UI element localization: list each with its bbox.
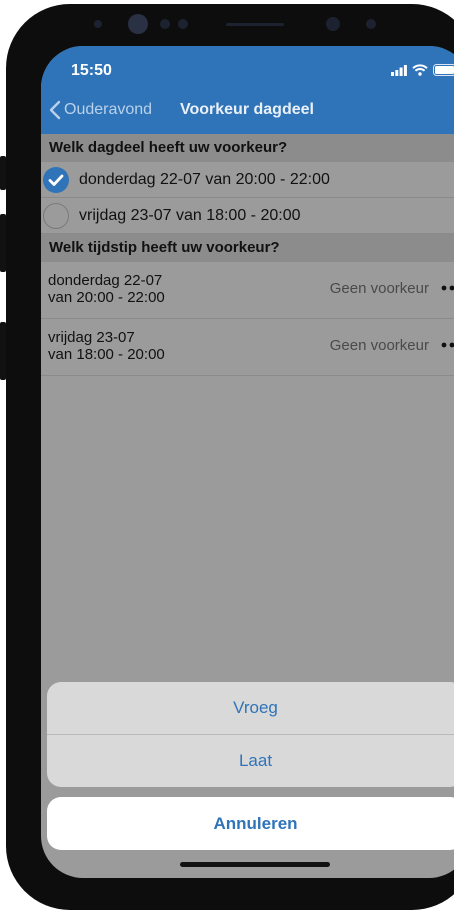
status-icons	[391, 63, 454, 77]
row-day: vrijdag 23-07	[48, 329, 135, 346]
screen: 15:50 Ouderavond Voorkeur dagdeel Welk d…	[41, 46, 454, 878]
cancel-button[interactable]: Annuleren	[47, 797, 454, 850]
vroeg-button[interactable]: Vroeg	[47, 682, 454, 734]
row-day: donderdag 22-07	[48, 272, 163, 289]
chevron-left-icon	[49, 100, 61, 120]
row-time: van 20:00 - 22:00	[48, 289, 165, 306]
sensor-dot	[326, 17, 340, 31]
preference-value: Geen voorkeur	[329, 280, 429, 297]
action-sheet: Vroeg Laat	[47, 682, 454, 787]
sensor-dot	[366, 19, 376, 29]
more-icon[interactable]	[441, 285, 454, 291]
time-row-vrijdag[interactable]: vrijdag 23-07 van 18:00 - 20:00 Geen voo…	[41, 319, 454, 376]
home-indicator[interactable]	[180, 862, 330, 867]
preference-value: Geen voorkeur	[329, 337, 429, 354]
page-title: Voorkeur dagdeel	[180, 101, 314, 118]
section-header-tijdstip: Welk tijdstip heeft uw voorkeur?	[41, 234, 454, 262]
section-header-dagdeel: Welk dagdeel heeft uw voorkeur?	[41, 134, 454, 162]
wifi-icon	[412, 64, 428, 76]
sensor-dot	[94, 20, 102, 28]
checkmark-circle-icon	[43, 167, 69, 193]
camera-lens	[128, 14, 148, 34]
back-label: Ouderavond	[64, 101, 153, 118]
empty-circle-icon	[43, 203, 69, 229]
signal-icon	[391, 64, 407, 76]
battery-icon	[433, 64, 454, 76]
laat-button[interactable]: Laat	[47, 735, 454, 787]
sensor-dot	[178, 19, 188, 29]
option-label: donderdag 22-07 van 20:00 - 22:00	[79, 171, 330, 188]
phone-frame: 15:50 Ouderavond Voorkeur dagdeel Welk d…	[6, 4, 454, 910]
option-label: vrijdag 23-07 van 18:00 - 20:00	[79, 207, 301, 224]
more-icon[interactable]	[441, 342, 454, 348]
row-time: van 18:00 - 20:00	[48, 346, 165, 363]
sensor-dot	[160, 19, 170, 29]
back-button[interactable]: Ouderavond	[49, 100, 152, 120]
speaker-grille	[226, 23, 284, 26]
time-row-donderdag[interactable]: donderdag 22-07 van 20:00 - 22:00 Geen v…	[41, 262, 454, 319]
sensor-housing	[76, 4, 406, 44]
option-row-donderdag[interactable]: donderdag 22-07 van 20:00 - 22:00	[41, 162, 454, 198]
option-row-vrijdag[interactable]: vrijdag 23-07 van 18:00 - 20:00	[41, 198, 454, 234]
navigation-bar: Ouderavond Voorkeur dagdeel	[41, 90, 454, 134]
status-time: 15:50	[71, 62, 112, 79]
status-bar: 15:50	[41, 46, 454, 90]
